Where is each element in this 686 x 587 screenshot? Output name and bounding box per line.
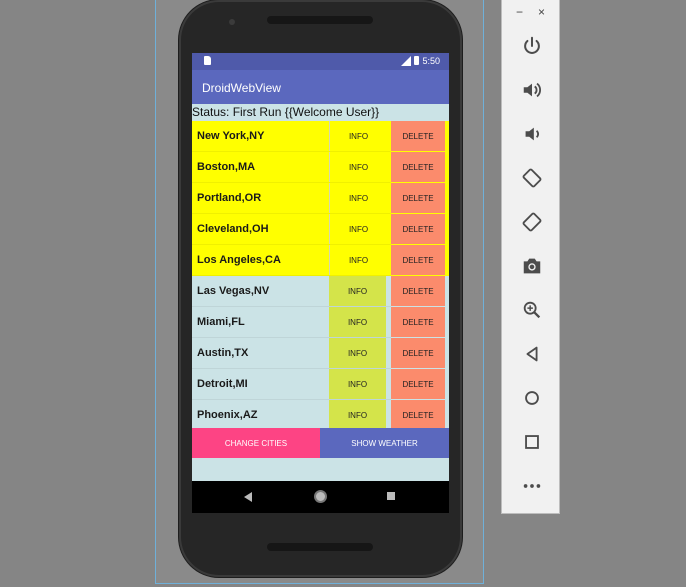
power-icon[interactable] xyxy=(520,34,544,58)
sd-card-icon xyxy=(204,56,211,65)
city-row: Phoenix,AZ INFO DELETE xyxy=(192,400,449,431)
nav-home-icon[interactable] xyxy=(314,490,327,503)
info-button[interactable]: INFO xyxy=(329,307,386,337)
row-edge xyxy=(445,307,449,338)
camera-icon[interactable] xyxy=(520,254,544,278)
info-button[interactable]: INFO xyxy=(329,400,386,430)
android-nav-bar xyxy=(192,481,449,513)
city-row: Miami,FL INFO DELETE xyxy=(192,307,449,338)
volume-down-icon[interactable] xyxy=(520,122,544,146)
delete-button[interactable]: DELETE xyxy=(391,245,445,275)
delete-button[interactable]: DELETE xyxy=(391,121,445,151)
phone-camera xyxy=(229,19,235,25)
city-name: Miami,FL xyxy=(197,316,245,328)
android-status-bar: 5:50 xyxy=(192,53,449,70)
delete-button[interactable]: DELETE xyxy=(391,338,445,368)
row-edge xyxy=(445,400,449,431)
row-edge xyxy=(445,121,449,152)
city-name: Portland,OR xyxy=(197,192,262,204)
info-button[interactable]: INFO xyxy=(329,214,387,244)
rotate-right-icon[interactable] xyxy=(520,210,544,234)
city-row: Los Angeles,CA INFO DELETE xyxy=(192,245,449,276)
delete-button[interactable]: DELETE xyxy=(391,307,445,337)
info-button[interactable]: INFO xyxy=(329,245,387,275)
city-name: Phoenix,AZ xyxy=(197,409,258,421)
nav-recents-icon[interactable] xyxy=(387,492,395,500)
overview-icon[interactable] xyxy=(520,430,544,454)
phone-speaker-top xyxy=(267,16,373,24)
city-row: Portland,OR INFO DELETE xyxy=(192,183,449,214)
delete-button[interactable]: DELETE xyxy=(391,183,445,213)
nav-back-icon[interactable] xyxy=(244,492,252,502)
info-button[interactable]: INFO xyxy=(329,183,387,213)
row-edge xyxy=(445,214,449,245)
row-edge xyxy=(445,369,449,400)
emulator-toolbar: − × xyxy=(501,0,560,514)
city-name: Los Angeles,CA xyxy=(197,254,281,266)
row-edge xyxy=(445,276,449,307)
volume-up-icon[interactable] xyxy=(520,78,544,102)
rotate-left-icon[interactable] xyxy=(520,166,544,190)
info-button[interactable]: INFO xyxy=(329,338,386,368)
city-row: New York,NY INFO DELETE xyxy=(192,121,449,152)
city-row: Las Vegas,NV INFO DELETE xyxy=(192,276,449,307)
zoom-icon[interactable] xyxy=(520,298,544,322)
info-button[interactable]: INFO xyxy=(329,369,386,399)
battery-icon xyxy=(414,56,419,65)
delete-button[interactable]: DELETE xyxy=(391,276,445,306)
info-button[interactable]: INFO xyxy=(329,276,386,306)
status-text: Status: First Run {{Welcome User}} xyxy=(192,105,380,119)
bottom-button-bar: CHANGE CITIES SHOW WEATHER xyxy=(192,428,449,458)
phone-screen: 5:50 DroidWebView Status: First Run {{We… xyxy=(192,53,449,513)
row-edge xyxy=(445,152,449,183)
status-time: 5:50 xyxy=(422,56,440,66)
home-icon[interactable] xyxy=(520,386,544,410)
info-button[interactable]: INFO xyxy=(329,121,387,151)
city-name: New York,NY xyxy=(197,130,265,142)
close-button[interactable]: × xyxy=(538,5,545,19)
city-row: Austin,TX INFO DELETE xyxy=(192,338,449,369)
city-name: Austin,TX xyxy=(197,347,249,359)
city-name: Cleveland,OH xyxy=(197,223,269,235)
city-row: Boston,MA INFO DELETE xyxy=(192,152,449,183)
more-icon[interactable] xyxy=(520,474,544,498)
change-cities-button[interactable]: CHANGE CITIES xyxy=(192,428,320,458)
city-list: New York,NY INFO DELETE Boston,MA INFO DELETE… xyxy=(192,121,449,431)
row-edge xyxy=(445,183,449,214)
city-name: Las Vegas,NV xyxy=(197,285,270,297)
delete-button[interactable]: DELETE xyxy=(391,400,445,430)
info-button[interactable]: INFO xyxy=(329,152,387,182)
minimize-button[interactable]: − xyxy=(516,5,523,19)
city-row: Cleveland,OH INFO DELETE xyxy=(192,214,449,245)
city-name: Detroit,MI xyxy=(197,378,248,390)
delete-button[interactable]: DELETE xyxy=(391,369,445,399)
show-weather-button[interactable]: SHOW WEATHER xyxy=(320,428,449,458)
city-row: Detroit,MI INFO DELETE xyxy=(192,369,449,400)
city-name: Boston,MA xyxy=(197,161,256,173)
app-bar: DroidWebView xyxy=(192,70,449,104)
row-edge xyxy=(445,245,449,276)
phone-speaker-bottom xyxy=(267,543,373,551)
delete-button[interactable]: DELETE xyxy=(391,214,445,244)
delete-button[interactable]: DELETE xyxy=(391,152,445,182)
row-edge xyxy=(445,338,449,369)
app-title: DroidWebView xyxy=(202,81,281,95)
back-icon[interactable] xyxy=(520,342,544,366)
signal-icon xyxy=(401,56,411,66)
